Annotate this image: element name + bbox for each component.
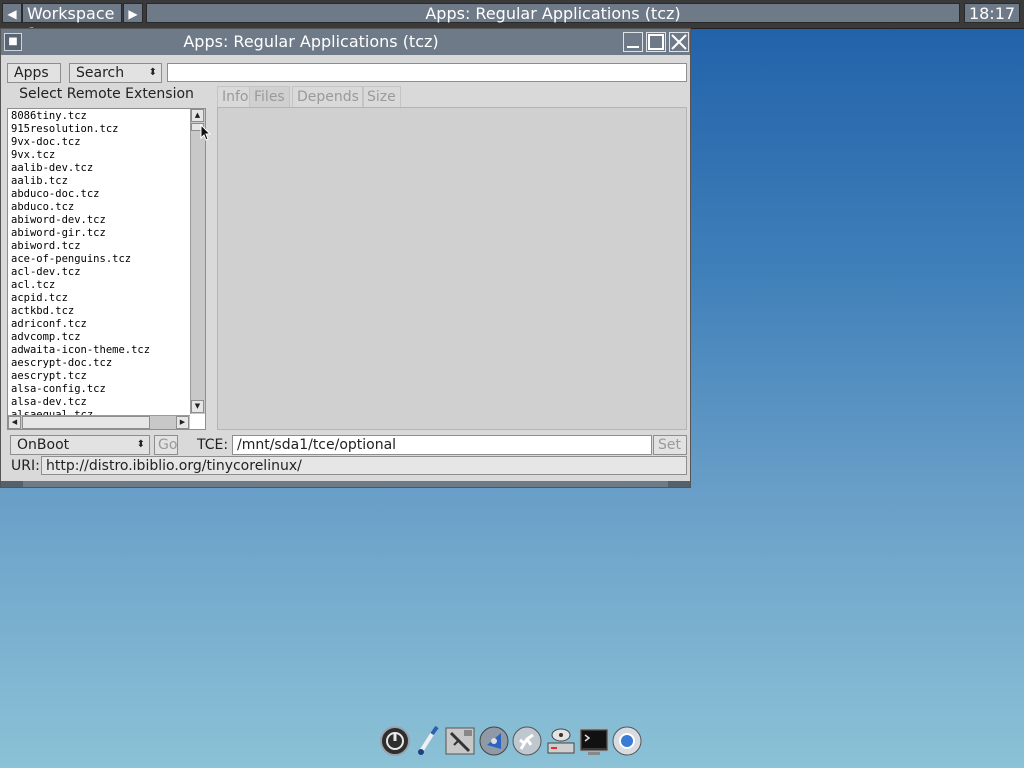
select-arrows-icon: ⬍	[136, 439, 145, 450]
tab-depends[interactable]: Depends	[292, 86, 364, 107]
maximize-button[interactable]	[646, 32, 666, 52]
uri-label: URI:	[11, 458, 40, 474]
resize-grip-right[interactable]	[668, 481, 690, 487]
scroll-left-arrow-icon[interactable]: ◀	[8, 416, 21, 429]
list-item[interactable]: abiword-gir.tcz	[11, 227, 189, 240]
window-menu-icon[interactable]: ■	[4, 33, 22, 51]
next-workspace-button[interactable]: ▶	[123, 3, 143, 23]
details-panel	[217, 107, 687, 430]
mouse-cursor-icon	[200, 124, 212, 141]
scroll-down-arrow-icon[interactable]: ▼	[191, 400, 204, 413]
search-mode-select[interactable]: Search ⬍	[69, 63, 162, 83]
vertical-scrollbar[interactable]: ▲ ▼	[190, 109, 205, 414]
close-icon	[671, 34, 687, 50]
install-mode-select[interactable]: OnBoot ⬍	[10, 435, 150, 455]
taskbar: ◀ Workspace 1 ▶ Apps: Regular Applicatio…	[0, 0, 1024, 43]
scroll-right-arrow-icon[interactable]: ▶	[176, 416, 189, 429]
workspace-label[interactable]: Workspace 1	[22, 3, 122, 43]
minimize-button[interactable]	[623, 32, 643, 52]
control-panel-icon[interactable]	[444, 725, 476, 757]
mount-icon[interactable]	[478, 725, 510, 757]
previous-workspace-button[interactable]: ◀	[2, 3, 22, 23]
list-item[interactable]: aescrypt-doc.tcz	[11, 357, 189, 370]
search-input[interactable]	[167, 63, 687, 82]
list-item[interactable]: ace-of-penguins.tcz	[11, 253, 189, 266]
list-item[interactable]: 8086tiny.tcz	[11, 110, 189, 123]
horizontal-scroll-thumb[interactable]	[22, 416, 150, 429]
window-titlebar[interactable]: ■ Apps: Regular Applications (tcz)	[1, 29, 690, 55]
list-item[interactable]: aalib-dev.tcz	[11, 162, 189, 175]
clock: 18:17	[964, 3, 1020, 23]
tab-size[interactable]: Size	[362, 86, 401, 107]
terminal-icon[interactable]	[578, 725, 610, 757]
drive-icon[interactable]	[545, 725, 577, 757]
list-item[interactable]: 9vx.tcz	[11, 149, 189, 162]
browser-icon[interactable]	[611, 725, 643, 757]
go-button[interactable]: Go	[154, 435, 178, 455]
taskbar-task-title[interactable]: Apps: Regular Applications (tcz)	[146, 3, 960, 23]
search-mode-value: Search	[76, 65, 125, 81]
list-item[interactable]: adriconf.tcz	[11, 318, 189, 331]
exit-icon[interactable]	[379, 725, 411, 757]
list-item[interactable]: abiword-dev.tcz	[11, 214, 189, 227]
list-item[interactable]: alsa-config.tcz	[11, 383, 189, 396]
list-item[interactable]: alsa-dev.tcz	[11, 396, 189, 409]
select-arrows-icon: ⬍	[148, 67, 157, 78]
scroll-up-arrow-icon[interactable]: ▲	[191, 109, 204, 122]
minimize-icon	[627, 46, 639, 48]
maximize-icon	[648, 34, 664, 50]
list-item[interactable]: abduco.tcz	[11, 201, 189, 214]
list-item[interactable]: acl-dev.tcz	[11, 266, 189, 279]
resize-grip-left[interactable]	[1, 481, 23, 487]
list-item[interactable]: 915resolution.tcz	[11, 123, 189, 136]
list-item[interactable]: aescrypt.tcz	[11, 370, 189, 383]
apps-icon[interactable]	[511, 725, 543, 757]
list-item[interactable]: acpid.tcz	[11, 292, 189, 305]
list-item[interactable]: adwaita-icon-theme.tcz	[11, 344, 189, 357]
list-item[interactable]: abiword.tcz	[11, 240, 189, 253]
tab-files[interactable]: Files	[249, 86, 290, 107]
close-button[interactable]	[669, 32, 689, 52]
set-button[interactable]: Set	[653, 435, 687, 455]
list-heading: Select Remote Extension	[19, 86, 194, 102]
window-bottom-border[interactable]	[1, 481, 690, 487]
list-item[interactable]: acl.tcz	[11, 279, 189, 292]
window-title: Apps: Regular Applications (tcz)	[183, 32, 439, 51]
apps-window: ■ Apps: Regular Applications (tcz) Apps …	[0, 28, 691, 488]
apps-menu-button[interactable]: Apps	[7, 63, 61, 83]
list-item[interactable]: advcomp.tcz	[11, 331, 189, 344]
uri-field[interactable]: http://distro.ibiblio.org/tinycorelinux/	[41, 456, 687, 475]
list-item[interactable]: abduco-doc.tcz	[11, 188, 189, 201]
list-item[interactable]: actkbd.tcz	[11, 305, 189, 318]
tce-label: TCE:	[197, 437, 229, 453]
extension-list[interactable]: 8086tiny.tcz 915resolution.tcz 9vx-doc.tcz…	[7, 108, 206, 430]
list-item[interactable]: aalib.tcz	[11, 175, 189, 188]
horizontal-scrollbar[interactable]: ◀ ▶	[8, 415, 190, 429]
list-item[interactable]: 9vx-doc.tcz	[11, 136, 189, 149]
paint-brush-icon[interactable]	[412, 725, 444, 757]
tce-path-input[interactable]: /mnt/sda1/tce/optional	[232, 435, 652, 455]
install-mode-value: OnBoot	[17, 437, 70, 453]
